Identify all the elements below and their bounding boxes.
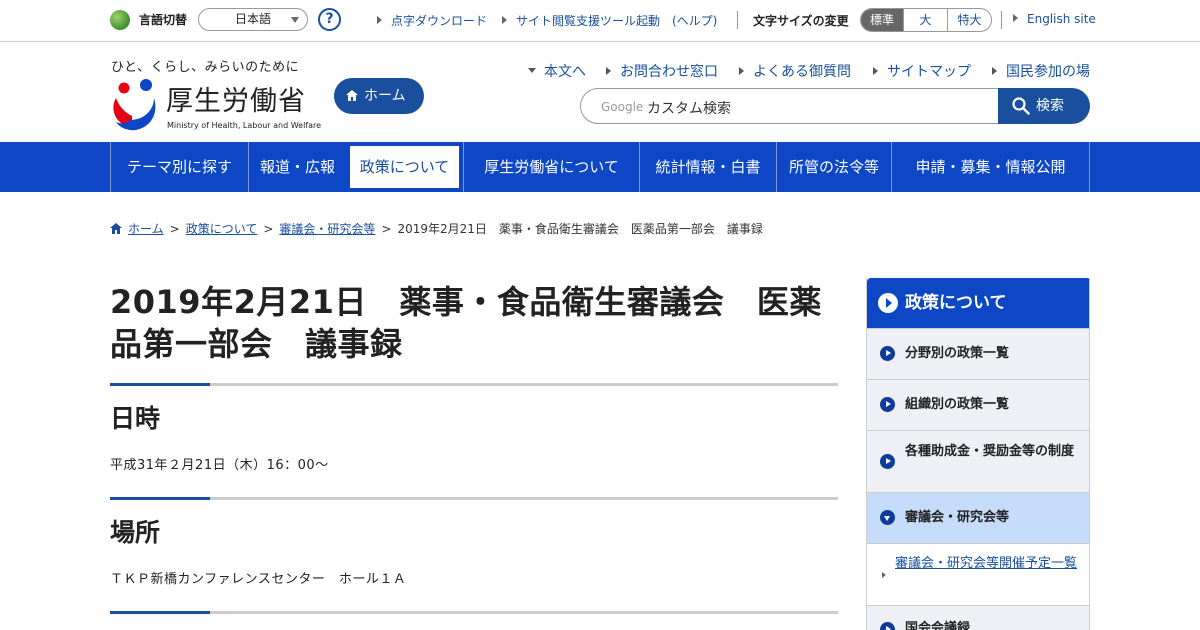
font-size-label: 文字サイズの変更: [753, 14, 849, 28]
logo-english: Ministry of Health, Labour and Welfare: [167, 121, 322, 130]
search-placeholder: カスタム検索: [647, 101, 731, 117]
gnav-item-press[interactable]: 報道・広報: [248, 142, 346, 192]
font-size-xlarge-button[interactable]: 特大: [947, 9, 991, 31]
gnav-item-applications[interactable]: 申請・募集・情報公開: [891, 142, 1090, 192]
logo-wordmark[interactable]: 厚生労働省: [166, 79, 306, 118]
circle-arrow-icon: [880, 346, 895, 361]
home-button[interactable]: ホーム: [334, 78, 424, 114]
globe-icon: [110, 10, 130, 30]
sitemap-link[interactable]: サイトマップ: [873, 61, 971, 81]
arrow-right-icon: [739, 67, 744, 75]
global-nav: テーマ別に探す 報道・広報 政策について 厚生労働省について 統計情報・白書 所…: [0, 142, 1200, 192]
circle-arrow-icon: [880, 622, 895, 630]
section-divider: [110, 497, 838, 500]
circle-arrow-down-icon: [880, 510, 895, 525]
section-heading-datetime: 日時: [110, 404, 161, 433]
sidebar-subitem-schedule[interactable]: 審議会・研究会等開催予定一覧: [867, 543, 1089, 605]
breadcrumb-separator: >: [169, 222, 180, 236]
home-icon: [110, 223, 122, 234]
circle-arrow-icon: [880, 397, 895, 412]
skip-to-content-link[interactable]: 本文へ: [528, 61, 586, 81]
sidebar-item-subsidies[interactable]: 各種助成金・奨励金等の制度: [867, 430, 1089, 492]
divider-accent: [110, 611, 210, 614]
font-size-switcher: 標準 大 特大: [860, 8, 992, 32]
contact-link[interactable]: お問合わせ窓口: [606, 61, 718, 81]
arrow-right-icon: [873, 67, 878, 75]
english-site-link[interactable]: English site: [1013, 12, 1096, 26]
braille-download-link[interactable]: 点字ダウンロード: [377, 12, 487, 29]
utility-bar: 言語切替 日本語 ? 点字ダウンロード サイト閲覧支援ツール起動 (ヘルプ) 文…: [0, 0, 1200, 42]
site-tagline: ひと、くらし、みらいのために: [111, 60, 300, 75]
language-label: 言語切替: [139, 13, 188, 27]
divider-accent: [110, 383, 210, 386]
sidebar-item-by-organization[interactable]: 組織別の政策一覧: [867, 379, 1089, 430]
section-text-venue: ＴＫＰ新橋カンファレンスセンター ホール１Ａ: [110, 572, 407, 587]
section-divider: [110, 383, 838, 386]
sidebar-item-diet-records[interactable]: 国会会議録: [867, 605, 1089, 630]
public-participation-link[interactable]: 国民参加の場: [992, 61, 1090, 81]
arrow-right-icon: [606, 67, 611, 75]
mhlw-logo-icon[interactable]: [110, 76, 162, 132]
gnav-item-statistics[interactable]: 統計情報・白書: [639, 142, 776, 192]
circle-arrow-icon: [878, 293, 898, 313]
accessibility-tool-link[interactable]: サイト閲覧支援ツール起動 (ヘルプ): [502, 12, 717, 29]
font-size-standard-button[interactable]: 標準: [861, 9, 903, 31]
search-button[interactable]: 検索: [998, 88, 1090, 124]
arrow-right-icon: [1013, 14, 1018, 22]
sidebar-title[interactable]: 政策について: [867, 278, 1089, 328]
language-select[interactable]: 日本語: [198, 8, 308, 31]
arrow-right-icon: [502, 16, 507, 24]
chevron-down-icon: [291, 17, 299, 23]
gnav-item-policy[interactable]: 政策について: [346, 142, 463, 192]
section-divider: [110, 611, 838, 614]
gnav-item-about[interactable]: 厚生労働省について: [463, 142, 639, 192]
breadcrumb-councils-link[interactable]: 審議会・研究会等: [279, 222, 375, 236]
search-input[interactable]: Google カスタム検索: [580, 88, 1010, 124]
section-text-datetime: 平成31年２月21日（木）16：00～: [110, 458, 329, 473]
arrow-right-icon: [992, 67, 997, 75]
arrow-down-icon: [528, 68, 536, 73]
divider-accent: [110, 497, 210, 500]
breadcrumb-home-link[interactable]: ホーム: [128, 222, 164, 236]
sidebar: 政策について 分野別の政策一覧 組織別の政策一覧 各種助成金・奨励金等の制度 審…: [866, 278, 1090, 630]
breadcrumb-current: 2019年2月21日 薬事・食品衛生審議会 医薬品第一部会 議事録: [397, 222, 763, 236]
faq-link[interactable]: よくある御質問: [739, 61, 851, 81]
google-brand-label: Google: [601, 100, 644, 114]
arrow-right-icon: [377, 16, 382, 24]
breadcrumb-policy-link[interactable]: 政策について: [186, 222, 258, 236]
circle-arrow-icon: [880, 454, 895, 469]
breadcrumb-separator: >: [381, 222, 392, 236]
arrow-right-icon: [882, 572, 886, 578]
language-select-value: 日本語: [235, 12, 272, 26]
help-icon[interactable]: ?: [318, 8, 341, 31]
home-icon: [346, 90, 358, 101]
divider: [737, 11, 738, 29]
page-title: 2019年2月21日 薬事・食品衛生審議会 医薬品第一部会 議事録: [110, 283, 822, 363]
gnav-item-laws[interactable]: 所管の法令等: [776, 142, 891, 192]
sidebar-item-councils[interactable]: 審議会・研究会等: [867, 492, 1089, 543]
search-icon: [1012, 97, 1030, 115]
divider: [1001, 11, 1002, 29]
font-size-large-button[interactable]: 大: [903, 9, 947, 31]
gnav-item-themes[interactable]: テーマ別に探す: [110, 142, 248, 192]
breadcrumb: ホーム > 政策について > 審議会・研究会等 >2019年2月21日 薬事・食品衛生審議…: [110, 220, 763, 237]
sidebar-item-by-field[interactable]: 分野別の政策一覧: [867, 328, 1089, 379]
section-heading-venue: 場所: [110, 518, 161, 547]
breadcrumb-separator: >: [263, 222, 274, 236]
